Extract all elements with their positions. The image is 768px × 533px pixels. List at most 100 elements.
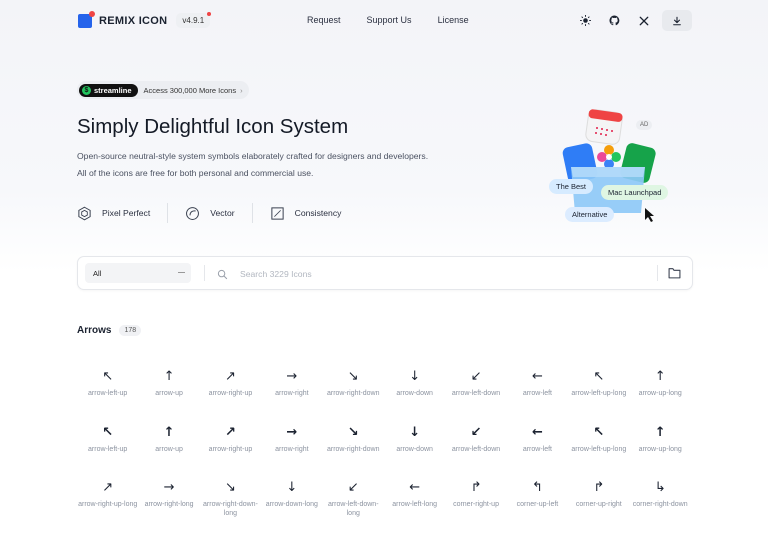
streamline-promo[interactable]: $ streamline Access 300,000 More Icons › — [77, 81, 249, 99]
icon-label: corner-up-right — [575, 501, 622, 508]
sun-icon[interactable] — [575, 10, 596, 31]
category-select[interactable]: All — [85, 263, 191, 283]
icon-tile[interactable]: ↘ arrow-right-down — [323, 418, 384, 474]
ad-badge: AD — [636, 120, 653, 130]
icon-tile[interactable]: ↖ arrow-left-up-long — [568, 362, 629, 418]
icon-tile[interactable]: ← arrow-left — [507, 418, 568, 474]
icon-tile[interactable]: ↖ arrow-left-up — [77, 362, 138, 418]
divider — [657, 265, 658, 281]
icon-label: arrow-up — [155, 445, 183, 453]
icon-label: corner-up-left — [516, 501, 559, 508]
icon-tile[interactable]: → arrow-right — [261, 418, 322, 474]
launchpad-illustration[interactable]: AD The Best Mac Launchpad Alternative — [545, 105, 695, 225]
arrow-left-down-icon: ↙ — [470, 369, 482, 384]
icon-label: arrow-left-down-long — [327, 501, 379, 517]
logo[interactable]: REMIX ICON v4.9.1 — [78, 10, 211, 28]
chevron-right-icon: › — [240, 85, 243, 95]
icon-tile[interactable]: ↙ arrow-left-down — [445, 418, 506, 474]
icon-label: arrow-right-up — [208, 445, 253, 453]
icon-label: arrow-right-up — [208, 390, 253, 397]
arrow-down-long-icon: ↓ — [286, 480, 298, 495]
icon-tile[interactable]: ↑ arrow-up — [138, 362, 199, 418]
icon-label: arrow-right-down — [326, 445, 380, 453]
nav-license[interactable]: License — [438, 15, 469, 25]
arrow-up-icon: ↑ — [163, 369, 175, 384]
icon-tile[interactable]: ↑ arrow-up — [138, 418, 199, 474]
nav-request[interactable]: Request — [307, 15, 341, 25]
arrow-up-long-fill-icon: ↑ — [654, 424, 666, 440]
github-icon[interactable] — [604, 10, 625, 31]
icon-tile[interactable]: ↗ arrow-right-up-long — [77, 473, 138, 529]
search-input[interactable] — [238, 265, 642, 283]
icon-label: arrow-left-up — [88, 445, 128, 453]
icon-label: arrow-left — [522, 390, 553, 397]
vector-icon — [185, 206, 200, 221]
nav-support-us[interactable]: Support Us — [367, 15, 412, 25]
icon-tile[interactable]: ← arrow-left — [507, 362, 568, 418]
arrow-up-long-icon: ↑ — [654, 369, 666, 384]
arrow-down-fill-icon: ↓ — [409, 424, 421, 440]
icon-tile[interactable]: ↑ arrow-up-long — [630, 362, 691, 418]
header-actions — [575, 10, 692, 31]
icon-label: arrow-right-down — [326, 390, 380, 397]
promo-text: Access 300,000 More Icons — [143, 85, 237, 95]
icon-label: arrow-left-long — [392, 501, 438, 508]
category-header: Arrows 178 — [77, 325, 142, 336]
category-title: Arrows — [77, 325, 112, 336]
icon-tile[interactable]: ↱ corner-right-up — [445, 473, 506, 529]
icon-tile[interactable]: ↙ arrow-left-down — [445, 362, 506, 418]
feature-divider — [251, 203, 253, 223]
icon-label: arrow-left-down — [451, 390, 501, 397]
arrow-right-down-long-icon: ↘ — [225, 480, 236, 495]
icon-tile[interactable]: ↘ arrow-right-down-long — [200, 473, 261, 529]
icon-tile[interactable]: ↘ arrow-right-down — [323, 362, 384, 418]
icon-tile[interactable]: ↙ arrow-left-down-long — [323, 473, 384, 529]
x-icon[interactable] — [633, 10, 654, 31]
search-icon — [217, 267, 228, 285]
arrow-up-fill-icon: ↑ — [163, 424, 175, 440]
icon-tile[interactable]: ↳ corner-right-down — [630, 473, 691, 529]
arrow-right-down-fill-icon: ↘ — [347, 424, 359, 440]
icon-label: arrow-right-up-long — [78, 501, 138, 508]
icon-label: arrow-right-long — [144, 501, 194, 508]
icon-tile[interactable]: ↓ arrow-down — [384, 418, 445, 474]
icon-tile[interactable]: ← arrow-left-long — [384, 473, 445, 529]
arrow-left-down-fill-icon: ↙ — [470, 424, 482, 440]
icon-tile[interactable]: ↑ arrow-up-long — [630, 418, 691, 474]
icon-tile[interactable]: ↗ arrow-right-up — [200, 362, 261, 418]
icon-label: arrow-left-down — [451, 445, 501, 453]
icon-tile[interactable]: ↗ arrow-right-up — [200, 418, 261, 474]
icon-label: arrow-up-long — [638, 445, 682, 453]
icon-label: arrow-right — [275, 390, 309, 397]
icon-tile[interactable]: → arrow-right — [261, 362, 322, 418]
icon-label: arrow-down — [396, 390, 433, 397]
dollar-icon: $ — [82, 85, 91, 95]
hero-description: Open-source neutral-style system symbols… — [77, 151, 429, 178]
icon-tile[interactable]: ↱ corner-up-right — [568, 473, 629, 529]
divider — [204, 265, 205, 281]
category-count: 178 — [119, 325, 142, 336]
download-icon[interactable] — [662, 10, 692, 31]
arrow-left-icon: ← — [531, 369, 543, 384]
icon-tile[interactable]: ↰ corner-up-left — [507, 473, 568, 529]
tag-alternative: Alternative — [565, 207, 615, 222]
feature-list: Pixel Perfect Vector Consistency — [77, 203, 341, 223]
arrow-left-long-icon: ← — [409, 480, 421, 495]
icon-tile[interactable]: ↖ arrow-left-up — [77, 418, 138, 474]
icon-tile[interactable]: → arrow-right-long — [138, 473, 199, 529]
icon-tile[interactable]: ↖ arrow-left-up-long — [568, 418, 629, 474]
icon-tile[interactable]: ↓ arrow-down-long — [261, 473, 322, 529]
arrow-left-up-icon: ↖ — [102, 369, 114, 384]
feature-consistency: Consistency — [270, 206, 341, 221]
icon-label: arrow-up-long — [638, 390, 682, 397]
folder-icon[interactable] — [668, 266, 681, 284]
feature-vector: Vector — [185, 206, 235, 221]
icon-grid: ↖ arrow-left-up ↑ arrow-up ↗ arrow-right-up → a… — [77, 362, 691, 529]
search-bar: All — [77, 256, 693, 290]
icon-label: arrow-left-up — [88, 390, 128, 397]
icon-tile[interactable]: ↓ arrow-down — [384, 362, 445, 418]
icon-label: arrow-left — [522, 445, 553, 453]
corner-right-down-icon: ↳ — [654, 480, 666, 495]
version-badge[interactable]: v4.9.1 — [176, 12, 211, 28]
folder-illustration-icon — [562, 109, 656, 222]
